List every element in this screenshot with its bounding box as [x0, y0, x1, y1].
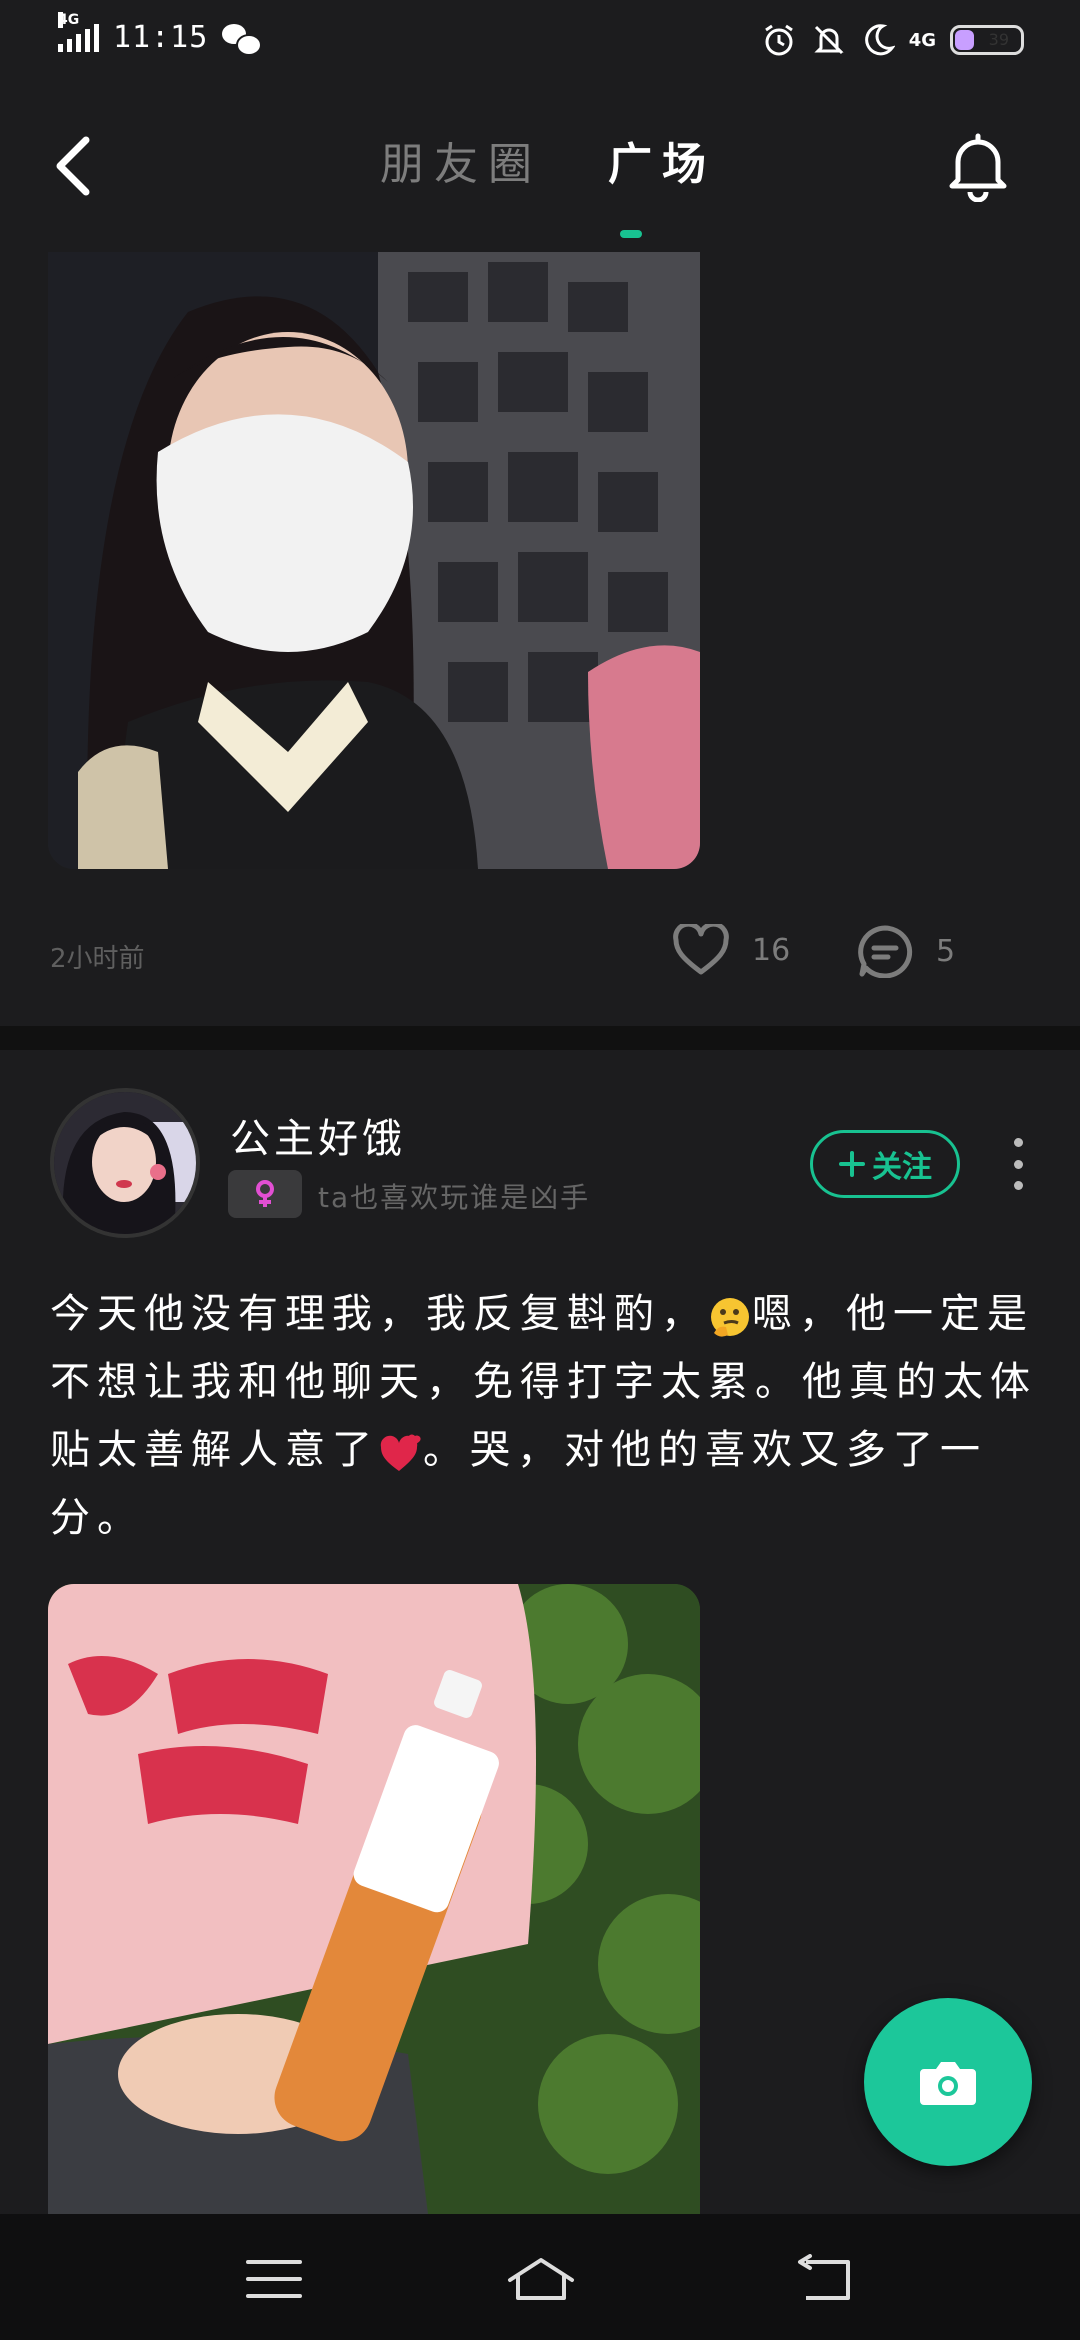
- comment-button[interactable]: 5: [856, 924, 955, 978]
- like-count: 16: [752, 932, 791, 968]
- username[interactable]: 公主好饿: [230, 1106, 406, 1164]
- comment-icon: [858, 925, 913, 978]
- follow-label: 关注: [872, 1150, 932, 1185]
- status-bar: 4G 11:15 4G 39: [0, 0, 1080, 80]
- back-nav-icon[interactable]: [796, 2254, 856, 2304]
- signal-icon: 4G: [58, 11, 99, 52]
- post-text-part1: 今天他没有理我，我反复斟酌，: [50, 1291, 708, 1337]
- wechat-icon: [222, 22, 263, 56]
- thinking-face-emoji: [711, 1298, 749, 1337]
- network-label: 4G: [58, 11, 80, 28]
- post-photo-girl-mask: [48, 252, 700, 869]
- follow-button[interactable]: 关注: [810, 1130, 960, 1198]
- user-bio: ta也喜欢玩谁是凶手: [318, 1181, 591, 1214]
- alarm-icon: [764, 24, 793, 56]
- avatar-photo: [54, 1092, 196, 1234]
- status-left: 4G 11:15: [58, 11, 263, 56]
- moon-icon: [864, 24, 895, 56]
- camera-button[interactable]: [864, 1998, 1032, 2166]
- camera-icon: [920, 2062, 976, 2105]
- two-hearts-emoji: [380, 1434, 421, 1471]
- post-image[interactable]: [48, 1584, 700, 2214]
- tab-bar: 朋友圈 广场: [380, 128, 720, 198]
- home-icon[interactable]: [506, 2254, 576, 2304]
- post-text: 今天他没有理我，我反复斟酌， 嗯，他一定是不想让我和他聊天，免得打字太累。他真的太…: [50, 1280, 1040, 1552]
- system-navigation-bar: [0, 2214, 1080, 2340]
- avatar[interactable]: [50, 1088, 200, 1238]
- female-icon: [256, 1180, 274, 1207]
- status-right: 4G 39: [761, 22, 1024, 58]
- comment-count: 5: [936, 933, 956, 969]
- active-tab-indicator: [620, 230, 642, 238]
- plus-icon: [839, 1151, 865, 1177]
- heart-icon: [673, 924, 729, 975]
- bell-icon[interactable]: [946, 130, 1010, 202]
- status-time: 11:15: [113, 20, 209, 55]
- tab-friends-circle[interactable]: 朋友圈: [380, 128, 542, 198]
- back-icon[interactable]: [52, 136, 92, 196]
- tab-square[interactable]: 广场: [608, 128, 716, 198]
- gender-badge: [228, 1170, 302, 1218]
- menu-icon[interactable]: [244, 2254, 304, 2304]
- battery-level: 39: [988, 30, 1009, 49]
- network-4g-label: 4G: [908, 29, 936, 51]
- more-vertical-icon[interactable]: [1010, 1138, 1026, 1190]
- mute-bell-icon: [814, 25, 844, 55]
- post-divider: [0, 1026, 1080, 1050]
- post-time: 2小时前: [50, 944, 145, 974]
- post-image[interactable]: [48, 252, 700, 869]
- post-photo-shirt-bottle: [48, 1584, 700, 2214]
- battery-icon: 39: [950, 25, 1024, 55]
- like-button[interactable]: 16: [672, 924, 790, 976]
